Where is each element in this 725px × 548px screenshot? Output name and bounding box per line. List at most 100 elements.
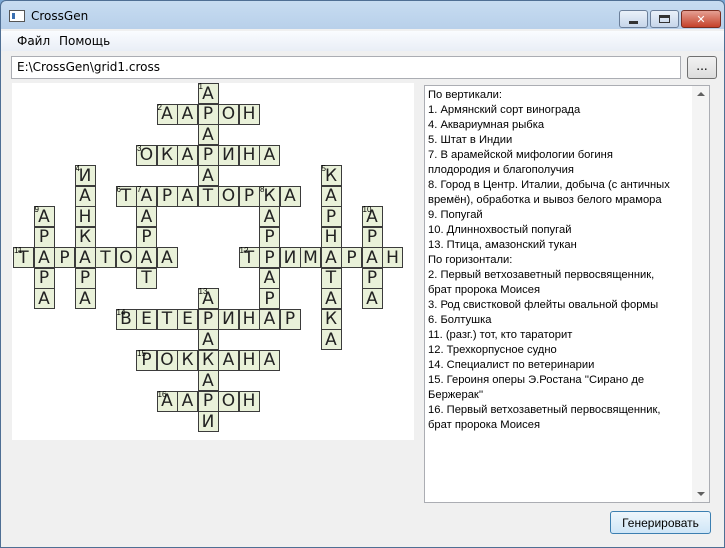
minimize-icon <box>629 20 638 24</box>
clues-scrollbar[interactable] <box>692 86 709 502</box>
crossword-cell: Р <box>259 247 280 268</box>
cell-letter: А <box>202 124 214 145</box>
title-bar[interactable]: CrossGen ✕ <box>1 1 724 31</box>
cell-letter: А <box>202 329 214 350</box>
maximize-button[interactable] <box>650 10 679 28</box>
crossword-cell: Р <box>361 226 383 248</box>
crossword-cell: Т6 <box>115 185 137 207</box>
crossword-cell: О <box>115 247 137 268</box>
cell-letter: А <box>202 83 214 104</box>
menu-bar: Файл Помощь <box>1 31 724 51</box>
crossword-cell: О <box>218 185 239 207</box>
crossword-cell: Т <box>95 247 116 268</box>
cell-letter: Р <box>264 288 275 309</box>
crossword-cell: Р <box>197 144 219 166</box>
generate-button[interactable]: Генерировать <box>610 511 711 534</box>
crossword-cell: Т <box>136 267 157 289</box>
cell-letter: Н <box>242 391 256 411</box>
cell-letter: А <box>325 329 337 350</box>
scroll-down-icon[interactable] <box>697 492 705 496</box>
browse-button[interactable]: ... <box>687 56 717 79</box>
cell-letter: Р <box>79 268 91 288</box>
cell-letter: А <box>366 247 378 268</box>
cell-letter: О <box>160 350 174 370</box>
cell-letter: А <box>79 247 91 268</box>
cell-letter: М <box>303 247 318 268</box>
cell-number: 13 <box>198 287 208 296</box>
crossword-cell: А <box>136 247 157 268</box>
cell-letter: Р <box>161 186 173 206</box>
menu-file[interactable]: Файл <box>17 34 50 48</box>
crossword-cell: К5 <box>320 164 342 186</box>
cell-letter: Н <box>78 206 92 227</box>
cell-number: 9 <box>34 205 39 214</box>
crossword-cell: А <box>320 247 342 268</box>
minimize-button[interactable] <box>619 10 648 28</box>
cell-letter: А <box>79 186 91 206</box>
clue-line: Бержерак'' <box>428 389 484 401</box>
cell-letter: Р <box>202 391 214 411</box>
crossword-cell: Т 11 <box>13 246 34 268</box>
crossword-cell: Е <box>136 308 157 330</box>
menu-help[interactable]: Помощь <box>59 34 110 48</box>
clue-line: 2. Первый ветхозаветный первосвященник, <box>428 269 655 281</box>
cell-number: 5 <box>321 164 326 173</box>
crossword-cell: А1 <box>197 83 219 104</box>
crossword-cell: И <box>279 247 301 268</box>
clue-line: 8. Город в Центр. Италии, добыча (с анти… <box>428 179 670 191</box>
file-path-input[interactable]: E:\CrossGen\grid1.cross <box>11 56 681 79</box>
cell-letter: Р <box>264 227 275 247</box>
crossword-cell: И4 <box>74 164 96 186</box>
crossword-cell: Е <box>177 308 198 330</box>
clue-line: брат пророка Моисея <box>428 419 541 431</box>
clue-line: времён), обработка и вывоз белого мрамор… <box>428 194 662 206</box>
cell-letter: А <box>38 206 50 227</box>
cell-letter: К <box>324 165 338 186</box>
crossword-cell: Р <box>197 390 219 412</box>
cell-letter: А <box>222 350 235 370</box>
crossword-cell: К <box>177 349 198 371</box>
crossword-cell: А <box>197 165 219 186</box>
cell-letter: А <box>140 186 153 206</box>
clue-line: 15. Героиня оперы Э.Ростана ''Сирано де <box>428 374 645 386</box>
cell-letter: А <box>325 247 337 268</box>
cell-letter: А <box>202 165 214 186</box>
cell-letter: Е <box>182 309 193 329</box>
cell-letter: Н <box>242 104 256 124</box>
crossword-cell: А <box>177 390 198 412</box>
cell-letter: Р <box>264 247 275 268</box>
crossword-cell: А <box>74 185 96 207</box>
crossword-cell: Р <box>320 206 342 227</box>
cell-letter: Р <box>141 227 152 247</box>
cell-letter: Р <box>38 268 50 288</box>
close-button[interactable]: ✕ <box>681 10 721 28</box>
scroll-up-icon[interactable] <box>697 92 705 96</box>
cell-number: 12 <box>239 246 249 255</box>
clue-line: 6. Болтушка <box>428 314 492 326</box>
crossword-cell: А 16 <box>156 390 178 412</box>
cell-letter: Р <box>325 206 337 227</box>
crossword-cell: Р <box>238 185 260 207</box>
crossword-cell: О <box>218 390 239 412</box>
crossword-cell: О3 <box>136 144 157 166</box>
clues-panel[interactable]: По вертикали: 1. Армянский сорт винограда… <box>424 85 710 503</box>
cell-letter: О <box>139 145 154 165</box>
cell-letter: Т <box>325 268 337 288</box>
cell-number: 2 <box>157 102 162 112</box>
close-icon: ✕ <box>696 12 706 26</box>
crossword-cell: А <box>320 185 342 207</box>
crossword-cell: Н <box>238 308 260 330</box>
crossword-cell: Т <box>156 308 178 330</box>
cell-letter: Н <box>242 350 256 370</box>
clue-line: 3. Род свистковой флейты овальной формы <box>428 299 659 311</box>
cell-letter: И <box>78 165 92 186</box>
cell-letter: А <box>140 247 153 268</box>
cell-letter: Т <box>100 247 111 268</box>
crossword-cell: Р <box>361 267 383 289</box>
crossword-cell: К <box>320 308 342 330</box>
clue-line: 13. Птица, амазонский тукан <box>428 239 577 251</box>
crossword-cell: Т <box>320 267 342 289</box>
crossword-cell: А <box>218 349 239 371</box>
crossword-cell: А <box>33 288 55 309</box>
cell-number: 11 <box>14 246 23 255</box>
